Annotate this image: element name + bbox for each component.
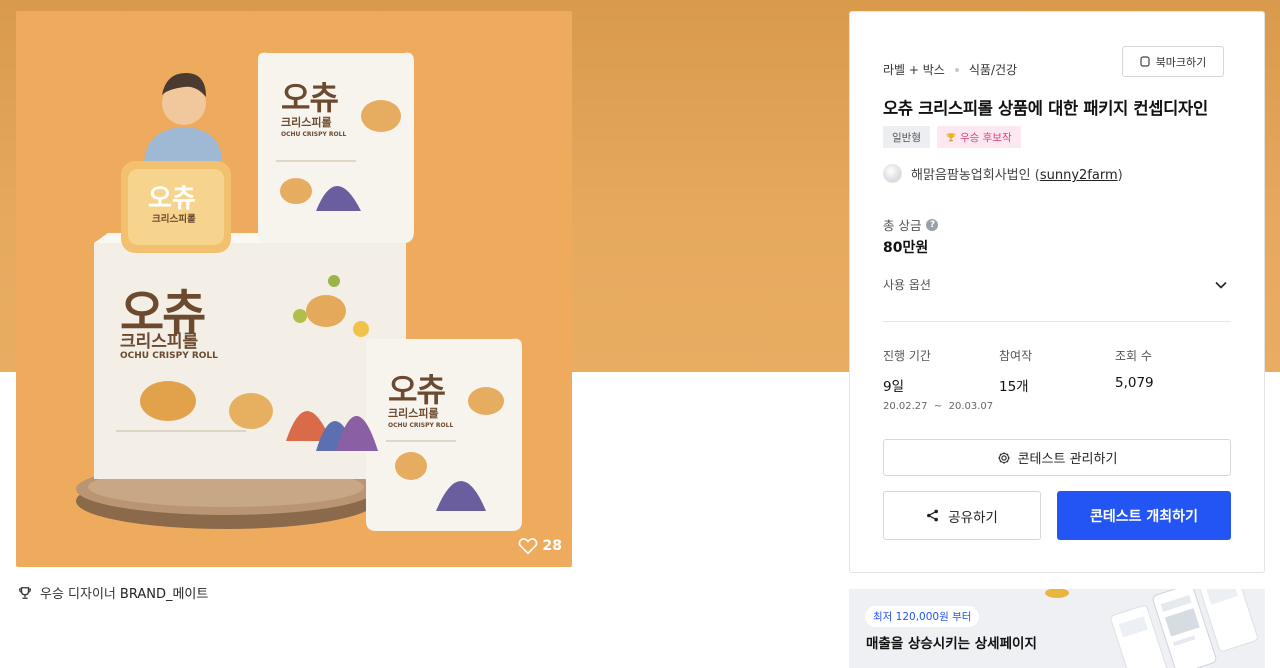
product-image[interactable]: 오츄 크리스피롤 OCHU CRISPY ROLL 오츄 크리스피롤 오츄 크리…	[16, 11, 572, 567]
period-label: 진행 기간	[883, 349, 931, 363]
snack-name-text: 크리스피롤	[152, 214, 196, 225]
ad-illustration	[1045, 589, 1258, 668]
gear-icon	[997, 451, 1010, 464]
pouch-front-name-en-text: OCHU CRISPY ROLL	[388, 422, 454, 429]
breadcrumb-subcategory[interactable]: 식품/건강	[969, 61, 1017, 78]
share-icon	[927, 509, 939, 522]
views-label: 조회 수	[1115, 349, 1152, 363]
entries-value: 15개	[999, 379, 1029, 395]
bookmark-label: 북마크하기	[1155, 55, 1207, 69]
author-id[interactable]: sunny2farm	[1040, 168, 1118, 183]
pouch-back-brand-text: 오츄	[281, 79, 339, 117]
period-value: 9일	[883, 379, 905, 395]
bookmark-icon	[1140, 56, 1150, 67]
host-author[interactable]: 해맑음팜농업회사법인 (sunny2farm)	[883, 164, 1123, 183]
period-range: 20.02.27 ~ 20.03.07	[883, 401, 994, 412]
host-contest-button[interactable]: 콘테스트 개최하기	[1057, 491, 1231, 540]
ad-title: 매출을 상승시키는 상세페이지	[866, 636, 1037, 652]
box-name-en-text: OCHU CRISPY ROLL	[120, 351, 218, 361]
share-button[interactable]: 공유하기	[883, 491, 1041, 540]
snack-brand-text: 오츄	[148, 184, 196, 214]
manage-contest-label: 콘테스트 관리하기	[1017, 452, 1118, 467]
winner-prefix: 우승 디자이너	[40, 587, 116, 602]
stat-views: 조회 수 5,079	[1115, 347, 1154, 391]
trophy-icon	[946, 133, 956, 142]
breadcrumb-category[interactable]: 라벨 + 박스	[883, 61, 945, 78]
pouch-back-name-text: 크리스피롤	[281, 116, 332, 129]
like-button[interactable]: 28	[518, 537, 562, 555]
badge-group: 일반형 우승 후보작	[883, 126, 1021, 148]
heart-icon	[518, 538, 537, 555]
stat-entries: 참여작 15개	[999, 347, 1032, 395]
bookmark-button[interactable]: 북마크하기	[1122, 46, 1224, 77]
author-name: 해맑음팜농업회사법인 (sunny2farm)	[911, 168, 1123, 183]
box-name-text: 크리스피롤	[120, 332, 199, 352]
prize-value: 80만원	[883, 240, 929, 256]
manage-contest-button[interactable]: 콘테스트 관리하기	[883, 439, 1231, 476]
winner-designer: 우승 디자이너 BRAND_메이트	[18, 583, 208, 602]
usage-options-toggle[interactable]: 사용 옵션	[883, 276, 1231, 293]
help-icon[interactable]: ?	[926, 218, 939, 231]
breadcrumb: 라벨 + 박스 식품/건강	[883, 61, 1017, 78]
pouch-front-name-text: 크리스피롤	[388, 407, 439, 420]
type-badge: 일반형	[883, 126, 930, 148]
candidate-badge-label: 우승 후보작	[959, 131, 1012, 144]
candidate-badge: 우승 후보작	[936, 126, 1021, 148]
entries-label: 참여작	[999, 349, 1033, 363]
usage-options-label: 사용 옵션	[883, 278, 931, 292]
ad-price-tag: 최저 120,000원 부터	[865, 606, 980, 627]
prize-label: 총 상금 ?	[883, 215, 939, 234]
chevron-down-icon	[1215, 281, 1227, 289]
divider	[883, 321, 1231, 322]
avatar	[883, 164, 902, 183]
views-value: 5,079	[1115, 375, 1154, 391]
winner-name[interactable]: BRAND_메이트	[120, 583, 208, 602]
trophy-icon	[19, 586, 31, 599]
pouch-back-name-en-text: OCHU CRISPY ROLL	[281, 131, 347, 138]
stat-period: 진행 기간 9일 20.02.27 ~ 20.03.07	[883, 347, 993, 412]
contest-title: 오츄 크리스피롤 상품에 대한 패키지 컨셉디자인	[883, 99, 1208, 118]
share-label: 공유하기	[948, 509, 998, 526]
breadcrumb-separator	[954, 67, 959, 72]
ad-banner[interactable]: 최저 120,000원 부터 매출을 상승시키는 상세페이지	[849, 589, 1265, 668]
like-count: 28	[542, 538, 562, 554]
contest-info-card: 라벨 + 박스 식품/건강 북마크하기 오츄 크리스피롤 상품에 대한 패키지 …	[849, 11, 1265, 573]
